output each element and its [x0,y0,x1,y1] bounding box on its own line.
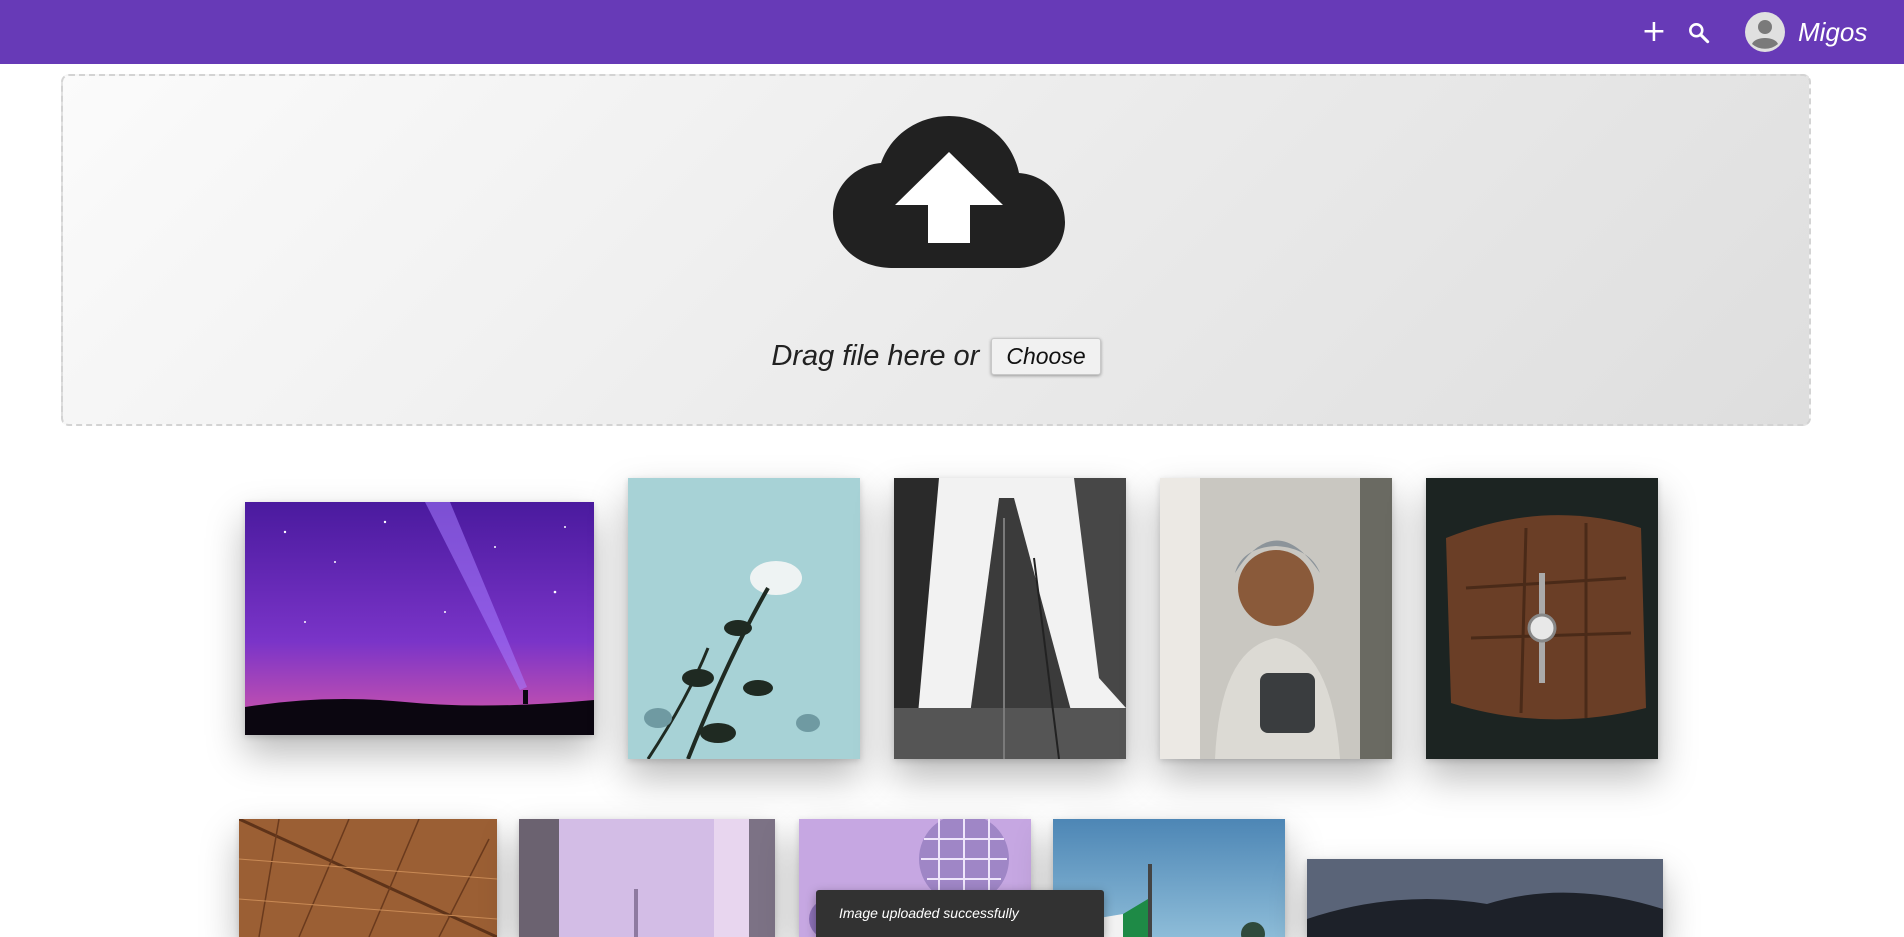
cloud-upload-icon [831,116,1067,270]
gallery-image-wristwatch[interactable] [1426,478,1658,759]
gallery-image-smiling-boy[interactable] [1160,478,1392,759]
gallery-image-white-rose[interactable] [628,478,860,759]
file-dropzone[interactable]: Drag file here or Choose [61,74,1811,426]
drag-row: Drag file here or Choose [63,338,1809,375]
plus-icon[interactable]: + [1640,17,1668,47]
account-circle-icon[interactable] [1744,11,1786,53]
app-toolbar: + Migos [0,0,1904,64]
gallery-image-leaf[interactable] [239,819,497,937]
snackbar-message: Image uploaded successfully [839,905,1019,921]
drag-prompt: Drag file here or [771,340,980,372]
username[interactable]: Migos [1798,16,1867,48]
snackbar: Image uploaded successfully [816,890,1104,937]
gallery-image-mountain[interactable] [1307,859,1663,937]
gallery-image-skyscraper[interactable] [894,478,1126,759]
gallery-image-night-sky[interactable] [245,502,594,735]
gallery-image-window-city[interactable] [519,819,775,937]
search-icon[interactable] [1686,20,1712,46]
choose-file-button[interactable]: Choose [991,338,1101,375]
